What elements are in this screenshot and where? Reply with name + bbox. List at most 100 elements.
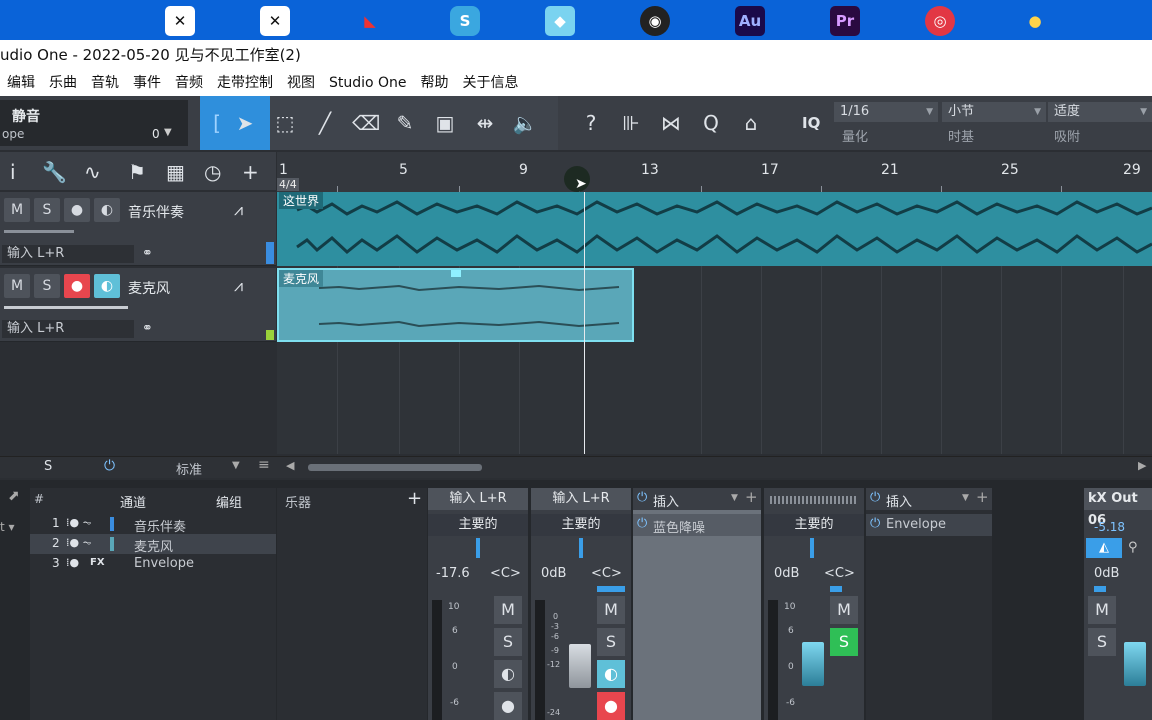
volume-bar[interactable] (4, 306, 128, 309)
arrow-tool-icon[interactable]: ➤ (232, 110, 258, 136)
record-arm-button[interactable]: ● (597, 692, 625, 720)
mic-icon[interactable]: ⚲ (1128, 540, 1138, 555)
solo-button[interactable]: S (1088, 628, 1116, 656)
power-icon[interactable]: ⏻ (637, 516, 647, 531)
track-header-1[interactable]: M S ● ◐ 音乐伴奏 ⩘ 输入 L+R ⚭ (0, 192, 276, 266)
strip-route[interactable]: 主要的 (428, 514, 528, 536)
strip-pan[interactable]: <C> (591, 566, 622, 581)
metronome-icon[interactable]: ⌂ (738, 110, 764, 136)
power-icon[interactable]: ⏻ (637, 490, 647, 505)
channel-row-3[interactable]: 3 ⁞● FX Envelope (30, 554, 276, 574)
menu-item-transport[interactable]: 走带控制 (210, 70, 280, 96)
mode-select[interactable]: 标准 (176, 459, 202, 478)
app-icon-4[interactable]: S (450, 6, 480, 36)
channel-name[interactable]: Envelope (134, 556, 194, 571)
split-tool-icon[interactable]: ╱ (312, 110, 338, 136)
mute-value[interactable]: 0 (152, 127, 160, 141)
mute-button[interactable]: M (1088, 596, 1116, 624)
mute-tool-icon[interactable]: ▣ (432, 110, 458, 136)
stretch-icon[interactable]: ⋈ (658, 110, 684, 136)
mute-button[interactable]: M (4, 198, 30, 222)
strip-route[interactable]: 主要的 (764, 514, 864, 536)
power-icon[interactable]: ⏻ (104, 458, 115, 474)
app-icon-9[interactable]: ◎ (925, 6, 955, 36)
strip-pan[interactable]: <C> (824, 566, 855, 581)
menu-lines-icon[interactable]: ≡ (258, 457, 270, 473)
track-name[interactable]: 音乐伴奏 (128, 202, 184, 222)
add-track-icon[interactable]: + (242, 160, 259, 184)
timeline-ruler[interactable]: 1 5 9 13 17 21 25 29 4/4 ➤ (277, 152, 1152, 192)
mute-button[interactable]: M (494, 596, 522, 624)
app-icon-2[interactable]: ✕ (260, 6, 290, 36)
monitor-button[interactable]: ◐ (94, 274, 120, 298)
plugin-name[interactable]: Envelope (886, 517, 946, 532)
record-arm-button[interactable]: ● (64, 198, 90, 222)
chevron-down-icon[interactable]: ▼ (731, 493, 738, 503)
mute-button[interactable]: M (830, 596, 858, 624)
channel-name[interactable]: 音乐伴奏 (134, 516, 186, 535)
timebase-dropdown[interactable]: 小节 (942, 102, 1046, 122)
mute-button[interactable]: M (597, 596, 625, 624)
add-instrument-icon[interactable]: + (407, 488, 422, 509)
mute-button[interactable]: M (4, 274, 30, 298)
waveform-icon[interactable]: ⩘ (234, 276, 243, 296)
clip-gain-handle[interactable] (451, 270, 461, 277)
strip-level[interactable]: 0dB (541, 566, 566, 581)
output-name[interactable]: kX Out 06 (1084, 488, 1152, 528)
link-icon[interactable]: ⚭ (142, 321, 153, 336)
strip-level[interactable]: -17.6 (436, 566, 470, 581)
wrench-icon[interactable]: 🔧 (42, 160, 67, 184)
iq-label[interactable]: IQ (802, 114, 820, 132)
pan-indicator[interactable] (579, 538, 583, 558)
solo-button[interactable]: S (34, 198, 60, 222)
pan-indicator[interactable] (810, 538, 814, 558)
monitor-button[interactable]: ◐ (597, 660, 625, 688)
clock-icon[interactable]: ◷ (204, 160, 221, 184)
scroll-right-icon[interactable]: ▶ (1138, 459, 1146, 472)
menu-item-song[interactable]: 乐曲 (42, 70, 84, 96)
menu-item-about[interactable]: 关于信息 (456, 70, 526, 96)
record-arm-button[interactable]: ● (64, 274, 90, 298)
time-signature[interactable]: 4/4 (277, 178, 299, 191)
expand-arrow-icon[interactable]: ⬈ (8, 488, 20, 504)
menu-item-event[interactable]: 事件 (126, 70, 168, 96)
app-icon-10[interactable]: ● (1020, 6, 1050, 36)
power-icon[interactable]: ⏻ (870, 516, 880, 531)
info-icon[interactable]: i (10, 160, 16, 184)
arrange-view[interactable]: 这世界 麦克风 (277, 192, 1152, 454)
eraser-tool-icon[interactable]: ⌫ (352, 110, 380, 136)
transient-icon[interactable]: ⊪ (618, 110, 644, 136)
chevron-down-icon[interactable]: ▼ (232, 460, 240, 471)
track-header-2[interactable]: M S ● ◐ 麦克风 ⩘ 输入 L+R ⚭ (0, 268, 276, 342)
menu-item-edit[interactable]: 编辑 (0, 70, 42, 96)
strip-input[interactable]: 输入 L+R (428, 488, 528, 510)
scroll-left-icon[interactable]: ◀ (286, 459, 294, 472)
help-icon[interactable]: ? (578, 110, 604, 136)
range-tool-icon[interactable]: ⬚ (272, 110, 298, 136)
s-label[interactable]: S (44, 459, 52, 474)
strip-level[interactable]: 0dB (1094, 566, 1119, 581)
strip-pan[interactable]: <C> (490, 566, 521, 581)
menu-item-track[interactable]: 音轨 (84, 70, 126, 96)
chevron-down-icon[interactable]: ▼ (164, 127, 172, 138)
channel-name[interactable]: 麦克风 (134, 536, 173, 555)
add-insert-icon[interactable]: + (976, 488, 989, 506)
mono-icon[interactable]: ◭ (1086, 538, 1122, 558)
strip-route[interactable]: 主要的 (531, 514, 631, 536)
app-icon-6[interactable]: ◉ (640, 6, 670, 36)
channel-row-2[interactable]: 2 ⁞● ⏦ 麦克风 (30, 534, 276, 555)
audio-clip-accompaniment[interactable]: 这世界 (277, 192, 1152, 266)
channel-row-1[interactable]: 1 ⁞● ⏦ 音乐伴奏 (30, 514, 276, 535)
chevron-down-icon[interactable]: ▼ (962, 493, 969, 503)
volume-fader[interactable] (802, 642, 824, 686)
plugin-name[interactable]: 蓝色降噪 (653, 517, 705, 536)
audition-icon[interactable]: Au (735, 6, 765, 36)
speaker-icon[interactable]: 🔈 (512, 110, 538, 136)
volume-fader[interactable] (569, 644, 591, 688)
snap-dropdown[interactable]: 适度 (1048, 102, 1152, 122)
insert-slot-1[interactable]: ⏻ 蓝色降噪 (633, 514, 761, 536)
solo-button[interactable]: S (494, 628, 522, 656)
monitor-button[interactable]: ◐ (94, 198, 120, 222)
power-icon[interactable]: ⏻ (870, 490, 880, 505)
add-insert-icon[interactable]: + (745, 488, 758, 506)
